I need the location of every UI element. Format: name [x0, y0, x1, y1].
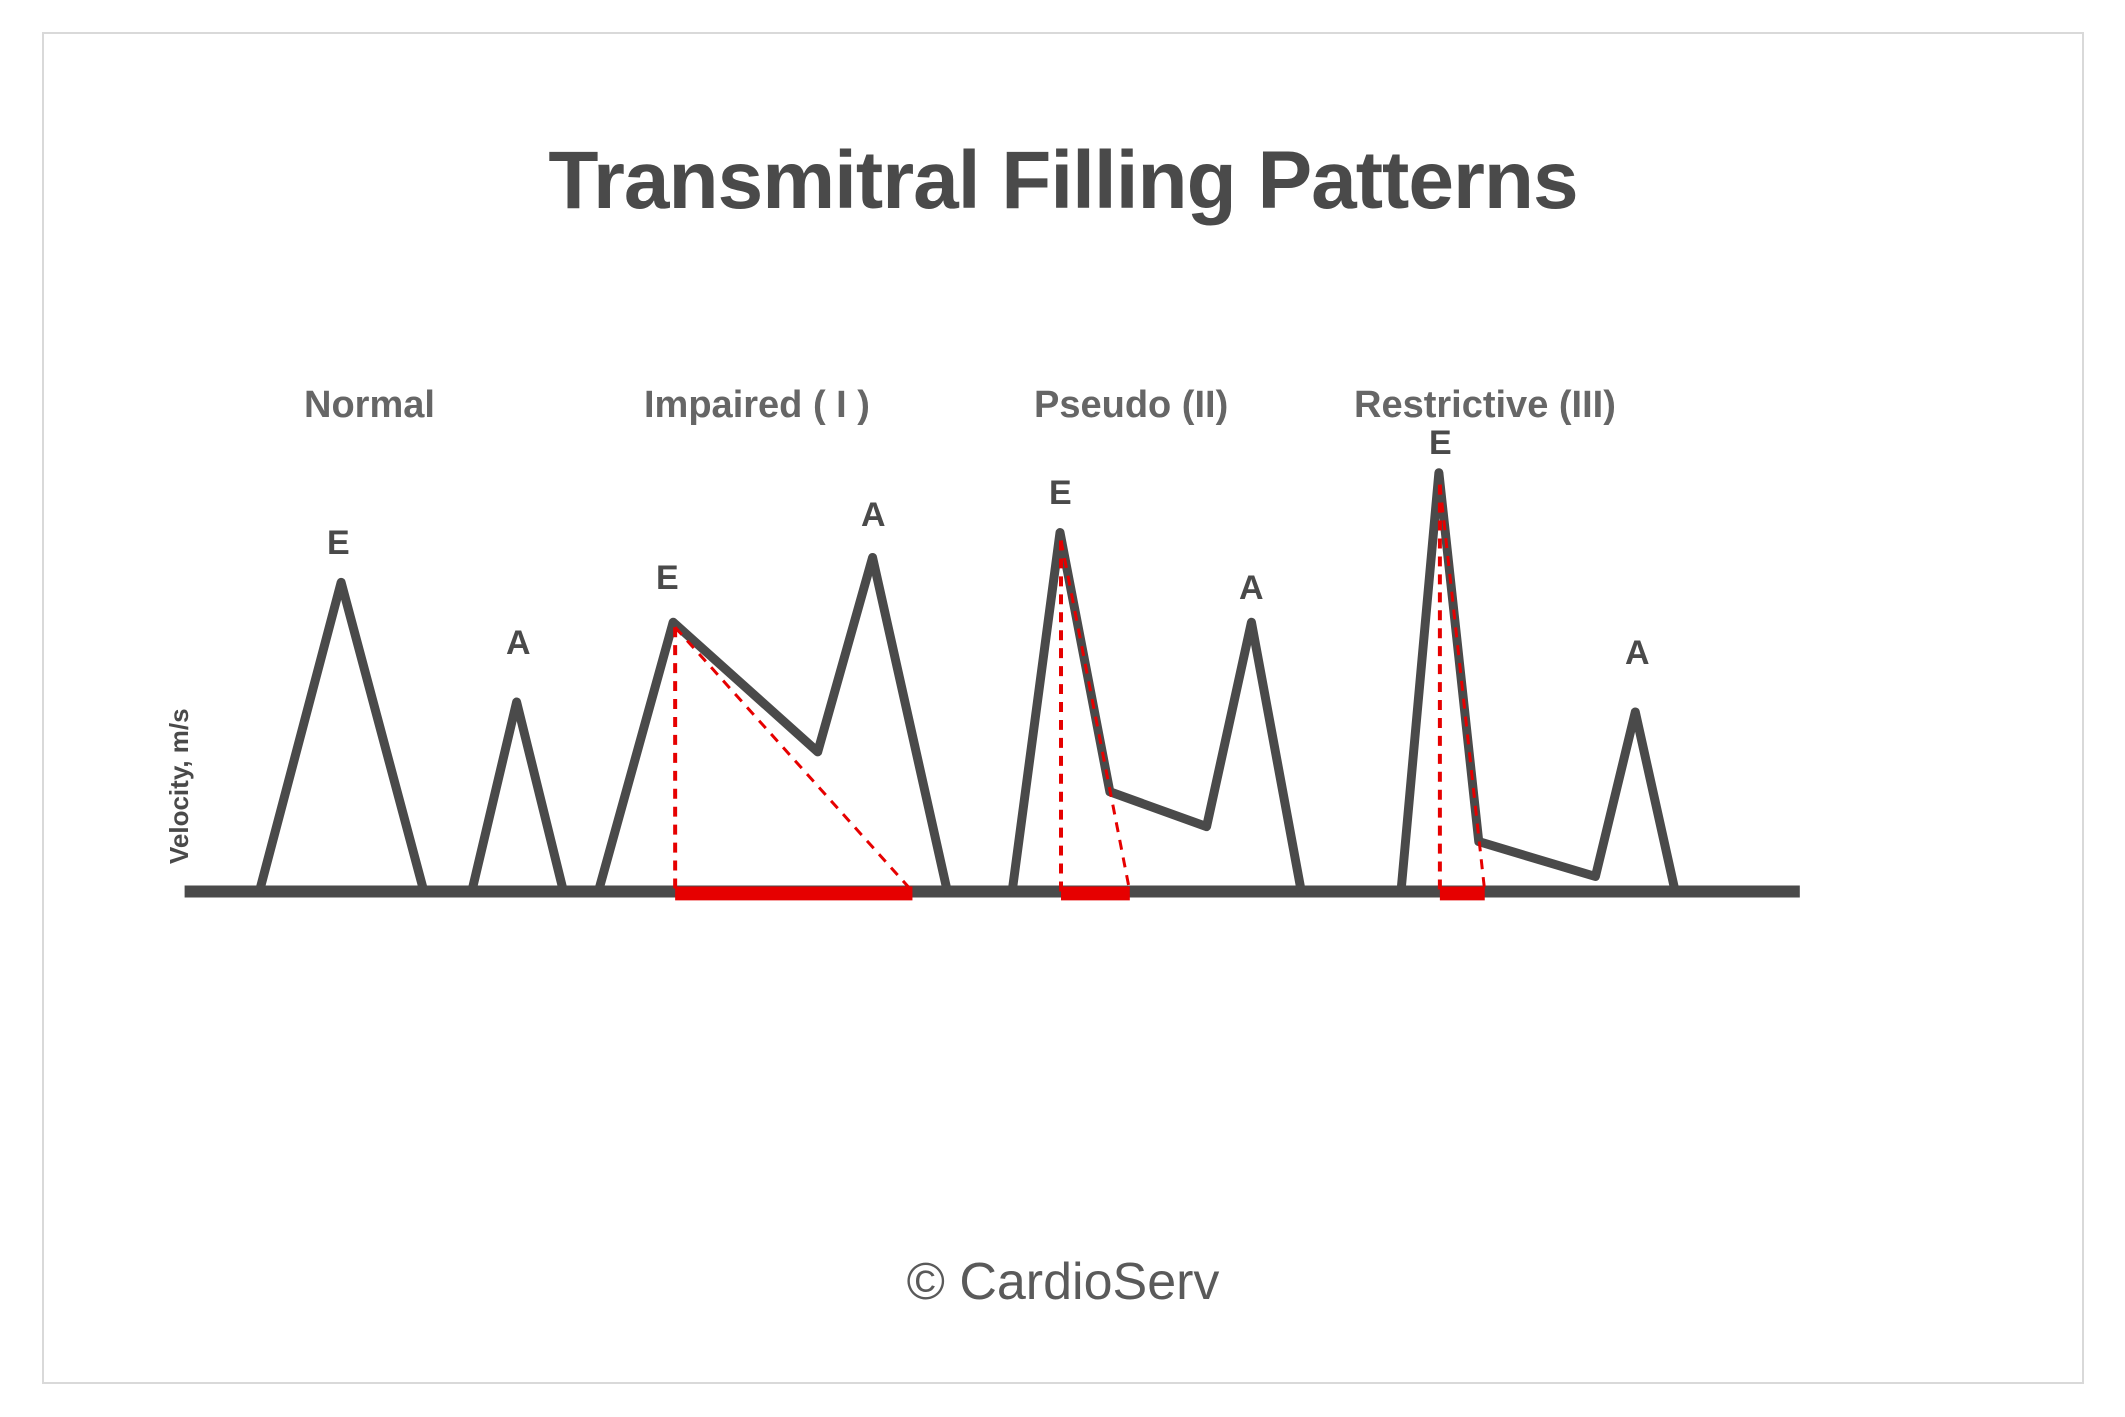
- pattern-pseudo: [1012, 533, 1301, 894]
- impaired-EA-wave: [598, 557, 947, 891]
- normal-A-wave: [472, 702, 564, 891]
- pattern-impaired: [598, 557, 947, 893]
- pseudo-EA-wave: [1012, 533, 1301, 892]
- impaired-DT-slope: [675, 627, 912, 891]
- pattern-normal: [259, 582, 563, 891]
- copyright: © CardioServ: [44, 1252, 2082, 1312]
- restrictive-EA-wave: [1401, 473, 1675, 892]
- pattern-restrictive: [1401, 473, 1675, 894]
- chart-frame: Transmitral Filling Patterns Normal Impa…: [42, 32, 2084, 1384]
- normal-E-wave: [259, 582, 424, 891]
- waveform-plot: [44, 34, 2082, 1382]
- restrictive-DT-slope: [1440, 485, 1485, 892]
